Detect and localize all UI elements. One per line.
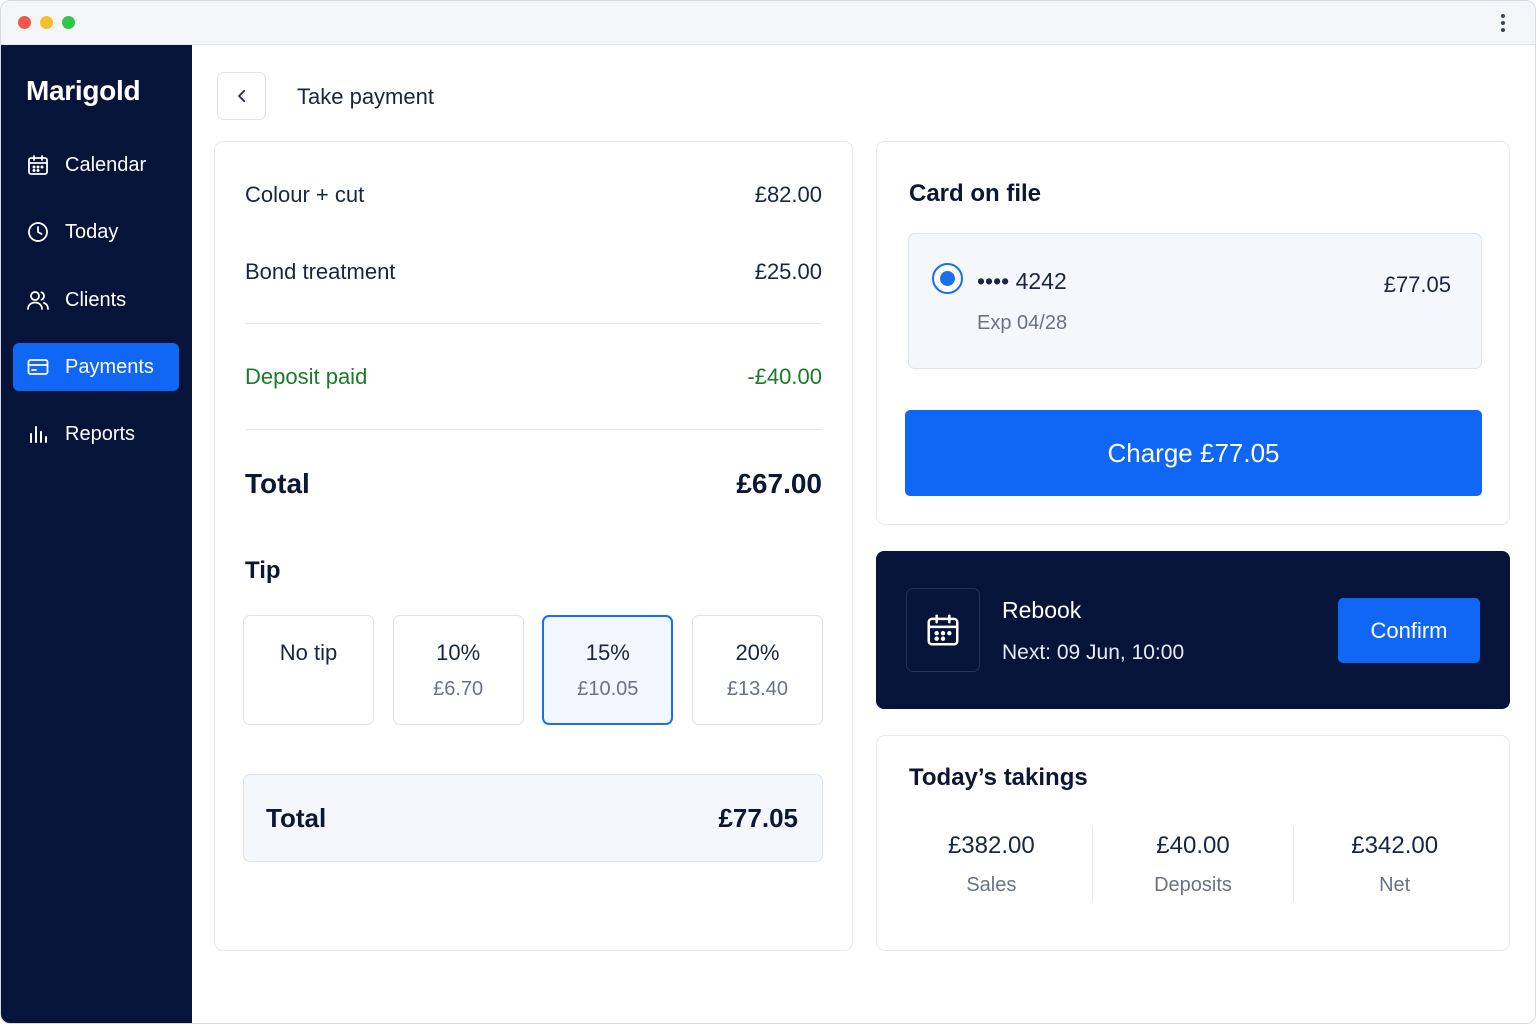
sidebar-item-label: Clients bbox=[65, 288, 127, 311]
stat-deposits: £40.00 Deposits bbox=[1093, 826, 1295, 902]
stat-value: £382.00 bbox=[947, 832, 1035, 859]
takings-stats: £382.00 Sales £40.00 Deposits £342.00 Ne… bbox=[891, 826, 1495, 902]
tip-heading: Tip bbox=[245, 557, 281, 584]
sidebar-item-today[interactable]: Today bbox=[13, 208, 179, 256]
tip-option-amount: £10.05 bbox=[577, 678, 639, 700]
clock-icon bbox=[28, 222, 48, 242]
card-radio-selected[interactable] bbox=[932, 263, 963, 294]
tip-option-15[interactable]: 15% £10.05 bbox=[542, 615, 674, 725]
stat-label: Sales bbox=[966, 874, 1017, 896]
divider bbox=[245, 323, 822, 324]
bill-line-item: Colour + cut £82.00 bbox=[245, 182, 822, 208]
card-on-file-panel: Card on file •••• 4242 Exp 04/28 £77.05 … bbox=[876, 141, 1510, 525]
tip-option-none[interactable]: No tip bbox=[243, 615, 374, 725]
tip-option-label: 20% bbox=[735, 640, 780, 665]
calendar-icon bbox=[927, 614, 959, 646]
bill-summary-card: Colour + cut £82.00 Bond treatment £25.0… bbox=[214, 141, 853, 951]
chevron-left-icon bbox=[237, 89, 245, 103]
rebook-calendar-tile bbox=[906, 588, 980, 672]
window-titlebar bbox=[1, 1, 1535, 45]
line-item-amount: £25.00 bbox=[754, 259, 822, 284]
todays-takings-card: Today’s takings £382.00 Sales £40.00 Dep… bbox=[876, 735, 1510, 951]
stat-value: £40.00 bbox=[1156, 832, 1230, 859]
card-on-file-title: Card on file bbox=[909, 180, 1042, 207]
stat-label: Net bbox=[1379, 874, 1411, 896]
saved-card-option[interactable]: •••• 4242 Exp 04/28 £77.05 bbox=[908, 233, 1482, 369]
grand-total-amount: £77.05 bbox=[718, 802, 798, 833]
subtotal-label: Total bbox=[245, 468, 310, 499]
tip-option-label: 15% bbox=[585, 640, 630, 665]
grand-total-label: Total bbox=[266, 802, 327, 833]
stat-value: £342.00 bbox=[1351, 832, 1439, 859]
sidebar-item-reports[interactable]: Reports bbox=[13, 410, 179, 458]
stat-net: £342.00 Net bbox=[1294, 826, 1495, 902]
grand-total: Total £77.05 bbox=[243, 774, 823, 862]
rebook-title: Rebook bbox=[1002, 597, 1082, 623]
sidebar-item-clients[interactable]: Clients bbox=[13, 276, 179, 324]
tip-option-amount: £6.70 bbox=[433, 678, 484, 700]
divider bbox=[245, 429, 822, 430]
card-number: •••• 4242 bbox=[977, 268, 1067, 294]
confirm-rebook-button[interactable]: Confirm bbox=[1338, 598, 1480, 663]
bar-chart-icon bbox=[30, 426, 47, 443]
card-icon bbox=[27, 359, 49, 375]
tip-options: No tip 10% £6.70 15% £10.05 20% £13.40 bbox=[243, 615, 823, 725]
sidebar-item-label: Today bbox=[65, 220, 119, 243]
tip-option-amount: £13.40 bbox=[726, 678, 789, 700]
back-button[interactable] bbox=[217, 72, 266, 120]
deposit-label: Deposit paid bbox=[245, 364, 368, 389]
more-options-icon[interactable] bbox=[1493, 13, 1513, 33]
stat-label: Deposits bbox=[1154, 874, 1232, 896]
card-charge-amount: £77.05 bbox=[1383, 272, 1451, 297]
rebook-panel: Rebook Next: 09 Jun, 10:00 Confirm bbox=[876, 551, 1510, 709]
takings-title: Today’s takings bbox=[909, 764, 1088, 791]
sidebar-item-label: Payments bbox=[65, 355, 154, 378]
sidebar-item-label: Reports bbox=[65, 422, 136, 445]
subtotal-amount: £67.00 bbox=[736, 468, 822, 499]
maximize-window-button[interactable] bbox=[62, 16, 75, 29]
sidebar: Marigold Calendar Today Clients Payments… bbox=[1, 45, 192, 1023]
tip-option-20[interactable]: 20% £13.40 bbox=[691, 615, 823, 725]
charge-button[interactable]: Charge £77.05 bbox=[905, 410, 1482, 496]
sidebar-item-label: Calendar bbox=[65, 153, 147, 176]
tip-option-label: No tip bbox=[279, 640, 338, 665]
stat-sales: £382.00 Sales bbox=[891, 826, 1093, 902]
sidebar-item-payments[interactable]: Payments bbox=[13, 343, 179, 391]
minimize-window-button[interactable] bbox=[40, 16, 53, 29]
close-window-button[interactable] bbox=[18, 16, 31, 29]
users-icon bbox=[27, 291, 49, 310]
line-item-amount: £82.00 bbox=[754, 182, 822, 207]
sidebar-item-calendar[interactable]: Calendar bbox=[13, 141, 179, 189]
deposit-amount: -£40.00 bbox=[747, 364, 822, 389]
bill-line-item: Bond treatment £25.00 bbox=[245, 259, 822, 285]
tip-option-label: 10% bbox=[436, 640, 481, 665]
page-title: Take payment bbox=[297, 84, 434, 109]
line-item-label: Colour + cut bbox=[245, 182, 365, 207]
tip-option-10[interactable]: 10% £6.70 bbox=[392, 615, 524, 725]
brand-logo: Marigold bbox=[26, 75, 141, 106]
line-item-label: Bond treatment bbox=[245, 259, 396, 284]
subtotal-line: Total £67.00 bbox=[245, 468, 822, 500]
card-expiry: Exp 04/28 bbox=[977, 312, 1068, 334]
rebook-next-slot: Next: 09 Jun, 10:00 bbox=[1002, 641, 1185, 664]
deposit-line: Deposit paid -£40.00 bbox=[245, 364, 822, 390]
calendar-icon bbox=[28, 155, 48, 175]
main-content: Take payment Colour + cut £82.00 Bond tr… bbox=[192, 45, 1535, 1023]
app-window: Marigold Calendar Today Clients Payments… bbox=[0, 0, 1536, 1024]
